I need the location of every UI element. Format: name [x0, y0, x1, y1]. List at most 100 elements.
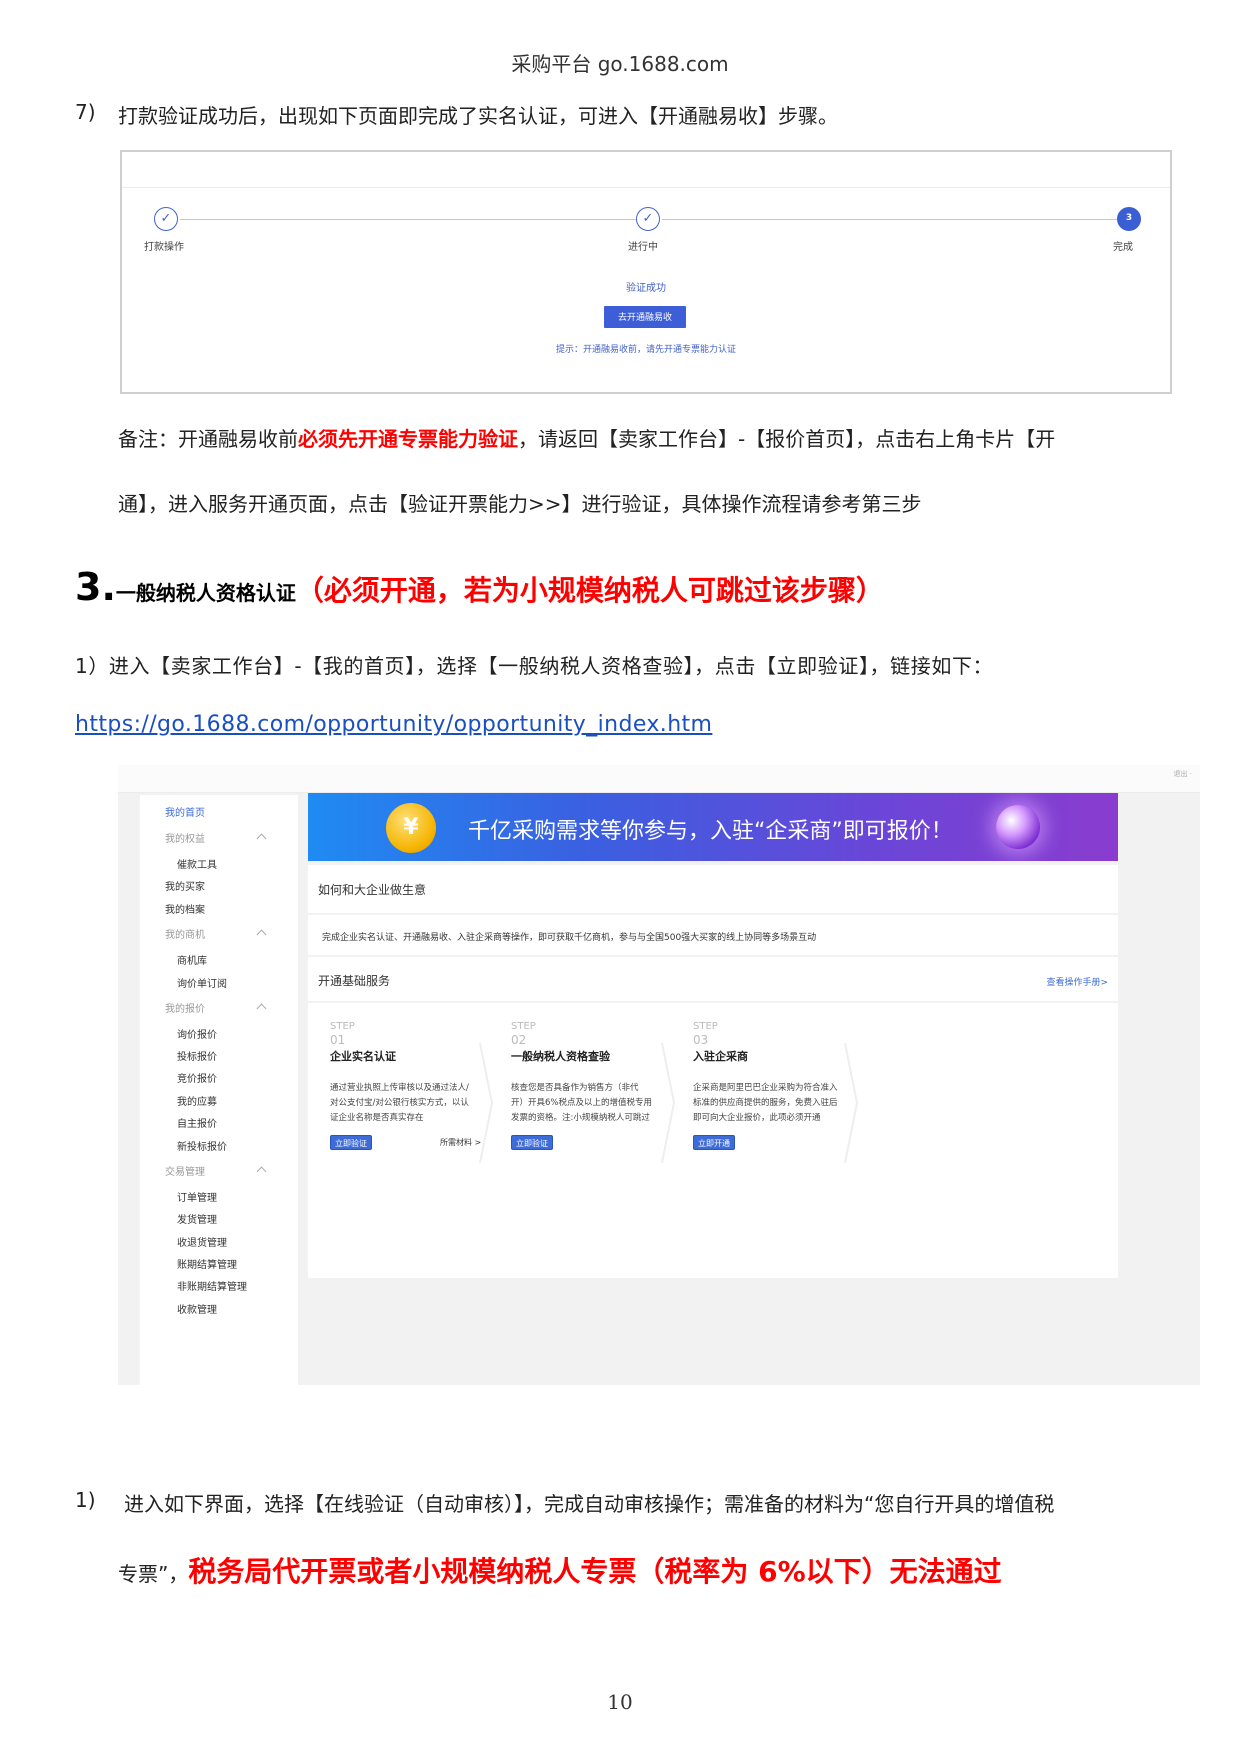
step-tag: STEP [511, 1021, 536, 1032]
progress-line [662, 219, 1117, 220]
services-card-body: STEP 01 企业实名认证 通过营业执照上传审核以及通过法人/ 对公支付宝/对… [308, 1003, 1118, 1278]
chevron-up-icon[interactable] [256, 1003, 267, 1014]
note-line-2: 通】，进入服务开通页面，点击【验证开票能力>>】进行验证，具体操作流程请参考第三… [118, 492, 922, 516]
promo-banner[interactable]: ¥ 千亿采购需求等你参与，入驻“企采商”即可报价！ [308, 793, 1118, 861]
step-number: 02 [511, 1033, 527, 1047]
sidebar-group-trade[interactable]: 交易管理 [165, 1163, 205, 1178]
sidebar-item-inquiry-subscription[interactable]: 询价单订阅 [177, 975, 227, 990]
step-desc-line: 证企业名称是否真实存在 [330, 1113, 424, 1123]
step-label-2: 进行中 [628, 242, 658, 253]
step-desc: 核查您是否具备作为销售方（非代 开）开具6%税点及以上的增值税专用 发票的资格。… [511, 1081, 652, 1126]
sidebar-item-orders[interactable]: 订单管理 [177, 1189, 217, 1204]
sidebar: 我的首页 我的权益 催款工具 我的买家 我的档案 我的商机 商机库 询价单订阅 … [140, 795, 298, 1385]
step-name: 一般纳税人资格查验 [511, 1050, 610, 1063]
sidebar-item-new-bid-quote[interactable]: 新投标报价 [177, 1138, 227, 1153]
open-rongyishou-button[interactable]: 去开通融易收 [604, 306, 686, 328]
note-line-1: 备注：开通融易收前必须先开通专票能力验证，请返回【卖家工作台】-【报价首页】，点… [118, 423, 1055, 452]
step-name: 企业实名认证 [330, 1050, 396, 1063]
open-now-button[interactable]: 立即开通 [693, 1135, 735, 1150]
intro-card-title: 如何和大企业做生意 [318, 883, 427, 897]
note-highlight: 必须先开通专票能力验证 [298, 427, 518, 451]
sidebar-item-collection-tool[interactable]: 催款工具 [177, 856, 217, 871]
verification-status: 验证成功 [626, 283, 666, 294]
progress-line [180, 219, 636, 220]
sidebar-item-opportunity-library[interactable]: 商机库 [177, 952, 207, 967]
verify-now-button[interactable]: 立即验证 [511, 1135, 553, 1150]
step-number: 03 [693, 1033, 709, 1047]
step-desc: 企采商是阿里巴巴企业采购为符合准入 标准的供应商提供的服务，免费入驻后 即可向大… [693, 1081, 838, 1126]
corner-tag: 退出 · [1173, 770, 1192, 778]
browser-top-strip: 退出 · [118, 765, 1200, 793]
section-number: 3. [75, 565, 116, 609]
step1b-line2-highlight: 税务局代开票或者小规模纳税人专票（税率为 6%以下）无法通过 [188, 1555, 1002, 1588]
note-prefix: 备注：开通融易收前 [118, 427, 298, 451]
verify-now-button[interactable]: 立即验证 [330, 1135, 372, 1150]
opportunity-link[interactable]: https://go.1688.com/opportunity/opportun… [75, 712, 712, 737]
step1b-number: 1) [75, 1488, 96, 1512]
services-card-header: 开通基础服务 查看操作手册> [308, 957, 1118, 1001]
sidebar-group-rights[interactable]: 我的权益 [165, 830, 205, 845]
sidebar-item-bid-quote[interactable]: 投标报价 [177, 1048, 217, 1063]
section-3-heading: 3.一般纳税人资格认证（必须开通，若为小规模纳税人可跳过该步骤） [75, 565, 884, 609]
step-desc-line: 发票的资格。注:小规模纳税人可跳过 [511, 1113, 650, 1123]
sidebar-group-quotes[interactable]: 我的报价 [165, 1000, 205, 1015]
sidebar-item-self-quote[interactable]: 自主报价 [177, 1115, 217, 1130]
page-number: 10 [607, 1690, 633, 1714]
section-title: 一般纳税人资格认证 [115, 581, 296, 605]
step1b-line2-prefix: 专票”， [118, 1562, 189, 1586]
step7-text: 打款验证成功后，出现如下页面即完成了实名认证，可进入【开通融易收】步骤。 [118, 104, 838, 128]
sidebar-item-term-settlement[interactable]: 账期结算管理 [177, 1256, 237, 1271]
sidebar-item-payments[interactable]: 收款管理 [177, 1301, 217, 1316]
intro-card-desc: 完成企业实名认证、开通融易收、入驻企采商等操作，即可获取千亿商机，参与与全国50… [322, 933, 817, 943]
chevron-right-icon [661, 1043, 676, 1163]
note-rest: ，请返回【卖家工作台】-【报价首页】，点击右上角卡片【开 [518, 427, 1056, 451]
banner-text: 千亿采购需求等你参与，入驻“企采商”即可报价！ [468, 819, 953, 844]
step-desc-line: 开）开具6%税点及以上的增值税专用 [511, 1098, 652, 1108]
intro-card-header: 如何和大企业做生意 [308, 865, 1118, 913]
step-desc-line: 标准的供应商提供的服务，免费入驻后 [693, 1098, 838, 1108]
step-desc: 通过营业执照上传审核以及通过法人/ 对公支付宝/对公银行核实方式，以认 证企业名… [330, 1081, 469, 1126]
chevron-right-icon [844, 1043, 859, 1163]
step-tag: STEP [330, 1021, 355, 1032]
step-desc-line: 即可向大企业报价，此项必须开通 [693, 1113, 821, 1123]
service-step-1: STEP 01 企业实名认证 通过营业执照上传审核以及通过法人/ 对公支付宝/对… [330, 1021, 530, 1191]
sidebar-item-auction-quote[interactable]: 竞价报价 [177, 1070, 217, 1085]
step-number: 01 [330, 1033, 346, 1047]
intro-card-body: 完成企业实名认证、开通融易收、入驻企采商等操作，即可获取千亿商机，参与与全国50… [308, 915, 1118, 955]
section-note: （必须开通，若为小规模纳税人可跳过该步骤） [295, 574, 884, 607]
sidebar-item-nonterm-settlement[interactable]: 非账期结算管理 [177, 1278, 247, 1293]
step-label-1: 打款操作 [144, 242, 184, 253]
coin-icon: ¥ [386, 803, 436, 853]
hint-text: 提示：开通融易收前，请先开通专票能力认证 [555, 345, 736, 355]
chevron-up-icon[interactable] [256, 1166, 267, 1177]
screenshot-top-band [122, 152, 1170, 188]
verification-success-screenshot: ✓ ✓ 3 打款操作 进行中 完成 验证成功 去开通融易收 提示：开通融易收前，… [120, 150, 1172, 394]
step-desc-line: 通过营业执照上传审核以及通过法人/ [330, 1083, 469, 1093]
chevron-up-icon[interactable] [256, 833, 267, 844]
sidebar-group-opportunities[interactable]: 我的商机 [165, 926, 205, 941]
sidebar-item-my-buyers[interactable]: 我的买家 [165, 878, 205, 893]
services-card-title: 开通基础服务 [318, 974, 391, 988]
sidebar-item-my-responses[interactable]: 我的应募 [177, 1093, 217, 1108]
chevron-up-icon[interactable] [256, 929, 267, 940]
sidebar-item-returns[interactable]: 收退货管理 [177, 1234, 227, 1249]
step-name: 入驻企采商 [693, 1050, 748, 1063]
sidebar-item-inquiry-quote[interactable]: 询价报价 [177, 1026, 217, 1041]
check-icon: ✓ [636, 207, 660, 231]
chevron-right-icon [479, 1043, 494, 1163]
seller-dashboard-screenshot: 退出 · 我的首页 我的权益 催款工具 我的买家 我的档案 我的商机 商机库 询… [118, 765, 1200, 1385]
step1b-line1: 进入如下界面，选择【在线验证（自动审核）】，完成自动审核操作；需准备的材料为“您… [124, 1492, 1055, 1516]
step-desc-line: 核查您是否具备作为销售方（非代 [511, 1083, 639, 1093]
service-step-3: STEP 03 入驻企采商 企采商是阿里巴巴企业采购为符合准入 标准的供应商提供… [693, 1021, 893, 1191]
sidebar-item-home[interactable]: 我的首页 [165, 804, 205, 819]
materials-link[interactable]: 所需材料 > [440, 1137, 481, 1148]
step1b-line2: 专票”，税务局代开票或者小规模纳税人专票（税率为 6%以下）无法通过 [118, 1550, 1002, 1590]
step-3-number: 3 [1117, 207, 1141, 231]
sidebar-item-my-archive[interactable]: 我的档案 [165, 901, 205, 916]
sidebar-item-shipping[interactable]: 发货管理 [177, 1211, 217, 1226]
check-icon: ✓ [154, 207, 178, 231]
page-header: 采购平台 go.1688.com [511, 52, 729, 76]
section3-step1: 1）进入【卖家工作台】-【我的首页】，选择【一般纳税人资格查验】，点击【立即验证… [75, 654, 994, 678]
service-step-2: STEP 02 一般纳税人资格查验 核查您是否具备作为销售方（非代 开）开具6%… [511, 1021, 711, 1191]
manual-link[interactable]: 查看操作手册> [1046, 975, 1108, 988]
